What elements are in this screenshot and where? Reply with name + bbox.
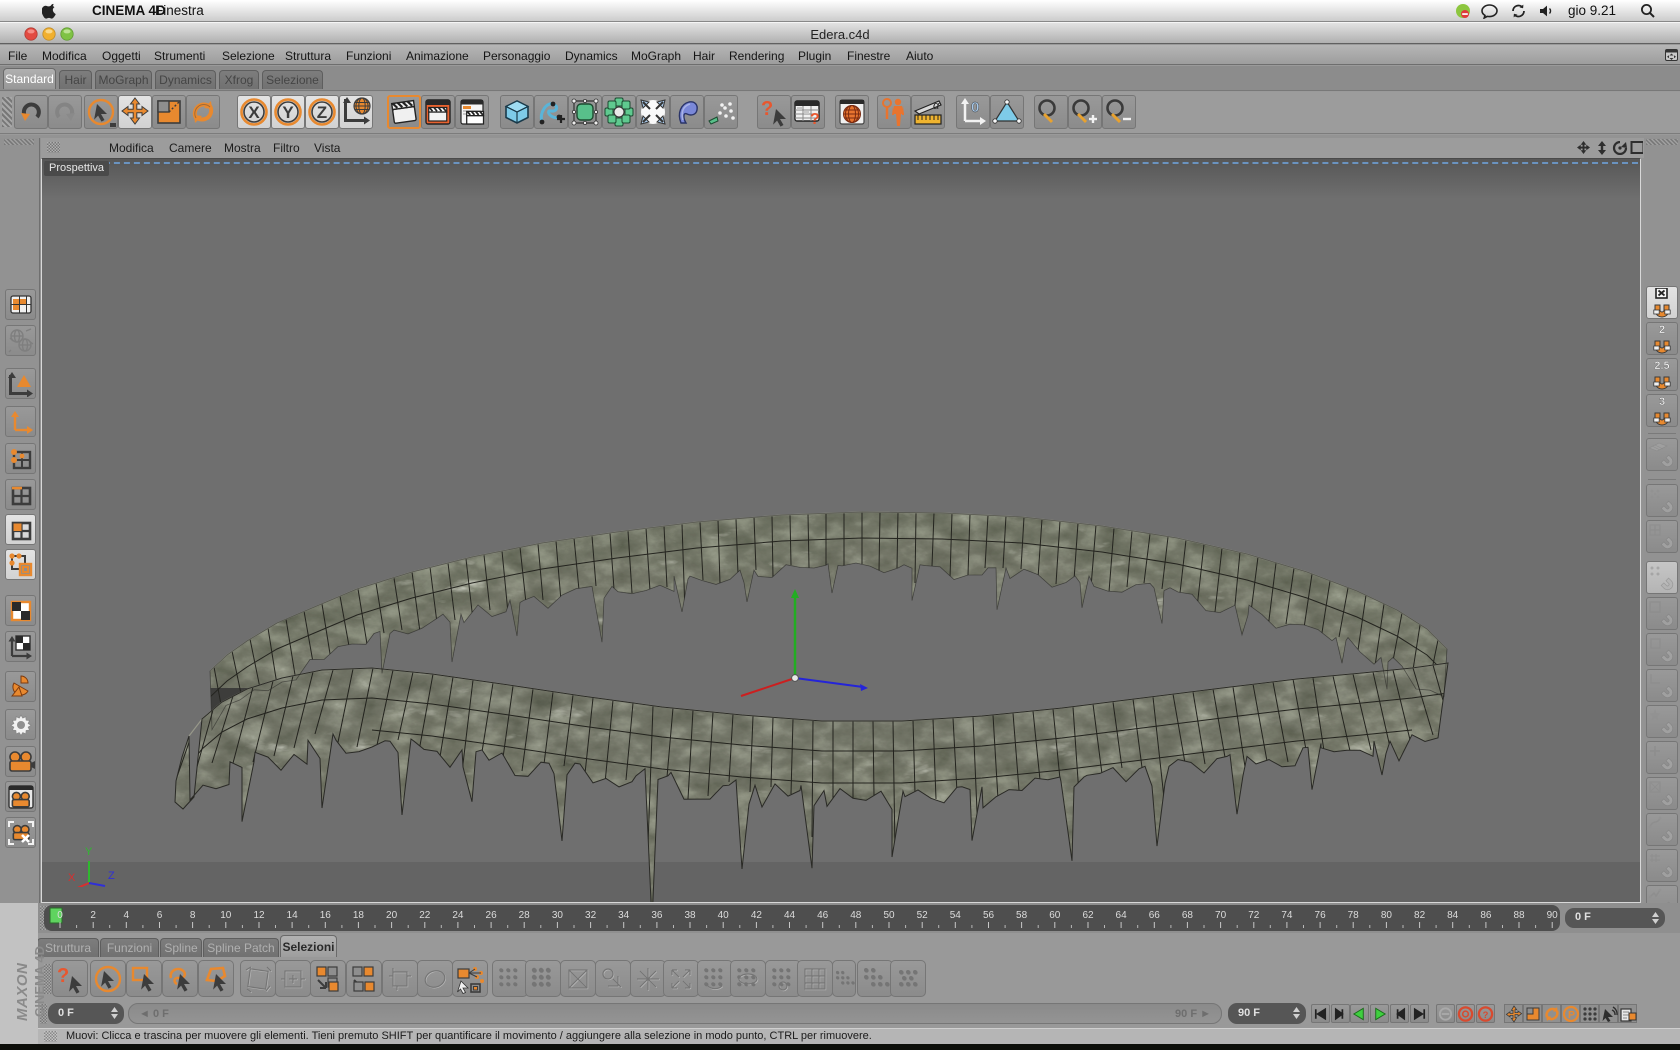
svg-text:X: X bbox=[68, 872, 76, 884]
svg-text:34: 34 bbox=[618, 910, 630, 921]
svg-text:40: 40 bbox=[718, 910, 730, 921]
svg-text:P: P bbox=[1568, 1009, 1575, 1021]
svg-text:82: 82 bbox=[1414, 910, 1426, 921]
svg-text:38: 38 bbox=[684, 910, 696, 921]
svg-text:36: 36 bbox=[651, 910, 663, 921]
svg-text:88: 88 bbox=[1513, 910, 1525, 921]
svg-text:X: X bbox=[248, 103, 260, 122]
svg-text:90: 90 bbox=[1547, 910, 1559, 921]
svg-text:2.5: 2.5 bbox=[1654, 360, 1669, 372]
svg-text:24: 24 bbox=[452, 910, 464, 921]
svg-text:3: 3 bbox=[1659, 396, 1665, 408]
svg-text:α: α bbox=[933, 100, 940, 112]
svg-text:12: 12 bbox=[253, 910, 265, 921]
svg-text:Y: Y bbox=[282, 103, 294, 122]
svg-text:26: 26 bbox=[486, 910, 498, 921]
svg-text:6: 6 bbox=[157, 910, 163, 921]
svg-text:78: 78 bbox=[1348, 910, 1360, 921]
svg-text:66: 66 bbox=[1149, 910, 1161, 921]
svg-text:54: 54 bbox=[950, 910, 962, 921]
svg-text:8: 8 bbox=[190, 910, 196, 921]
svg-text:Y: Y bbox=[85, 846, 93, 858]
svg-text:Z: Z bbox=[317, 103, 327, 122]
svg-text:72: 72 bbox=[1248, 910, 1260, 921]
svg-text:?: ? bbox=[810, 111, 820, 127]
svg-text:52: 52 bbox=[917, 910, 929, 921]
svg-text:50: 50 bbox=[883, 910, 895, 921]
svg-text:22: 22 bbox=[419, 910, 431, 921]
svg-text:70: 70 bbox=[1215, 910, 1227, 921]
svg-text:74: 74 bbox=[1281, 910, 1293, 921]
svg-text:80: 80 bbox=[1381, 910, 1393, 921]
svg-text:62: 62 bbox=[1082, 910, 1094, 921]
svg-text:42: 42 bbox=[751, 910, 763, 921]
svg-text:0: 0 bbox=[971, 99, 979, 116]
svg-text:84: 84 bbox=[1447, 910, 1459, 921]
svg-text:?: ? bbox=[57, 965, 69, 987]
svg-text:44: 44 bbox=[784, 910, 796, 921]
svg-text:?: ? bbox=[1483, 1009, 1489, 1020]
svg-text:18: 18 bbox=[353, 910, 365, 921]
svg-text:58: 58 bbox=[1016, 910, 1028, 921]
svg-text:28: 28 bbox=[519, 910, 531, 921]
svg-text:2: 2 bbox=[1659, 324, 1665, 336]
svg-text:32: 32 bbox=[585, 910, 597, 921]
svg-text:76: 76 bbox=[1315, 910, 1327, 921]
svg-text:86: 86 bbox=[1480, 910, 1492, 921]
svg-text:20: 20 bbox=[386, 910, 398, 921]
svg-text:?: ? bbox=[761, 98, 773, 120]
svg-text:16: 16 bbox=[320, 910, 332, 921]
svg-text:Z: Z bbox=[108, 870, 115, 882]
svg-text:14: 14 bbox=[287, 910, 299, 921]
svg-text:2: 2 bbox=[90, 910, 96, 921]
svg-text:10: 10 bbox=[220, 910, 232, 921]
svg-text:0: 0 bbox=[57, 910, 63, 921]
svg-text:64: 64 bbox=[1116, 910, 1128, 921]
svg-text:48: 48 bbox=[850, 910, 862, 921]
svg-text:56: 56 bbox=[983, 910, 995, 921]
svg-text:4: 4 bbox=[124, 910, 130, 921]
svg-text:30: 30 bbox=[552, 910, 564, 921]
svg-text:60: 60 bbox=[1049, 910, 1061, 921]
svg-text:46: 46 bbox=[817, 910, 829, 921]
svg-text:68: 68 bbox=[1182, 910, 1194, 921]
